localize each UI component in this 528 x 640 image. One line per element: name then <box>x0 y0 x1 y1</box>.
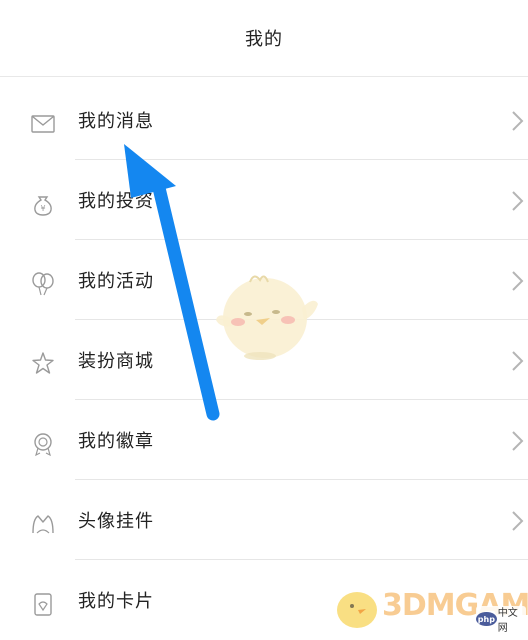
menu-item-avatar-pendant[interactable]: 头像挂件 <box>0 480 528 560</box>
chick-logo-icon <box>337 592 377 628</box>
balloons-icon <box>28 269 58 299</box>
menu-item-badges[interactable]: 我的徽章 <box>0 400 528 480</box>
menu-item-label: 我的徽章 <box>78 431 154 452</box>
envelope-icon <box>28 109 58 139</box>
chevron-right-icon <box>512 431 524 451</box>
card-icon <box>28 589 58 619</box>
menu-item-label: 我的活动 <box>78 271 154 292</box>
menu-item-label: 装扮商城 <box>78 351 154 372</box>
chevron-right-icon <box>512 351 524 371</box>
star-shop-icon <box>28 349 58 379</box>
menu-item-label: 我的消息 <box>78 111 154 132</box>
chevron-right-icon <box>512 191 524 211</box>
menu-item-label: 我的卡片 <box>78 591 154 612</box>
chevron-right-icon <box>512 271 524 291</box>
site-badge-text: 中文网 <box>497 608 518 634</box>
menu-item-label: 我的投资 <box>78 191 154 212</box>
svg-text:¥: ¥ <box>40 204 45 213</box>
chevron-right-icon <box>512 511 524 531</box>
page-title: 我的 <box>245 29 283 50</box>
money-bag-icon: ¥ <box>28 189 58 219</box>
site-badge: php 中文网 <box>476 606 526 634</box>
php-logo-icon: php <box>476 612 497 626</box>
chevron-right-icon <box>512 111 524 131</box>
avatar-pendant-icon <box>28 509 58 539</box>
menu-item-label: 头像挂件 <box>78 511 154 532</box>
menu-item-messages[interactable]: 我的消息 <box>0 80 528 160</box>
watermark: 3DMGAME php 中文网 <box>330 578 528 634</box>
chick-mascot-image <box>216 275 318 360</box>
top-bar: 我的 <box>0 0 528 77</box>
menu-item-investment[interactable]: ¥ 我的投资 <box>0 160 528 240</box>
badge-icon <box>28 429 58 459</box>
